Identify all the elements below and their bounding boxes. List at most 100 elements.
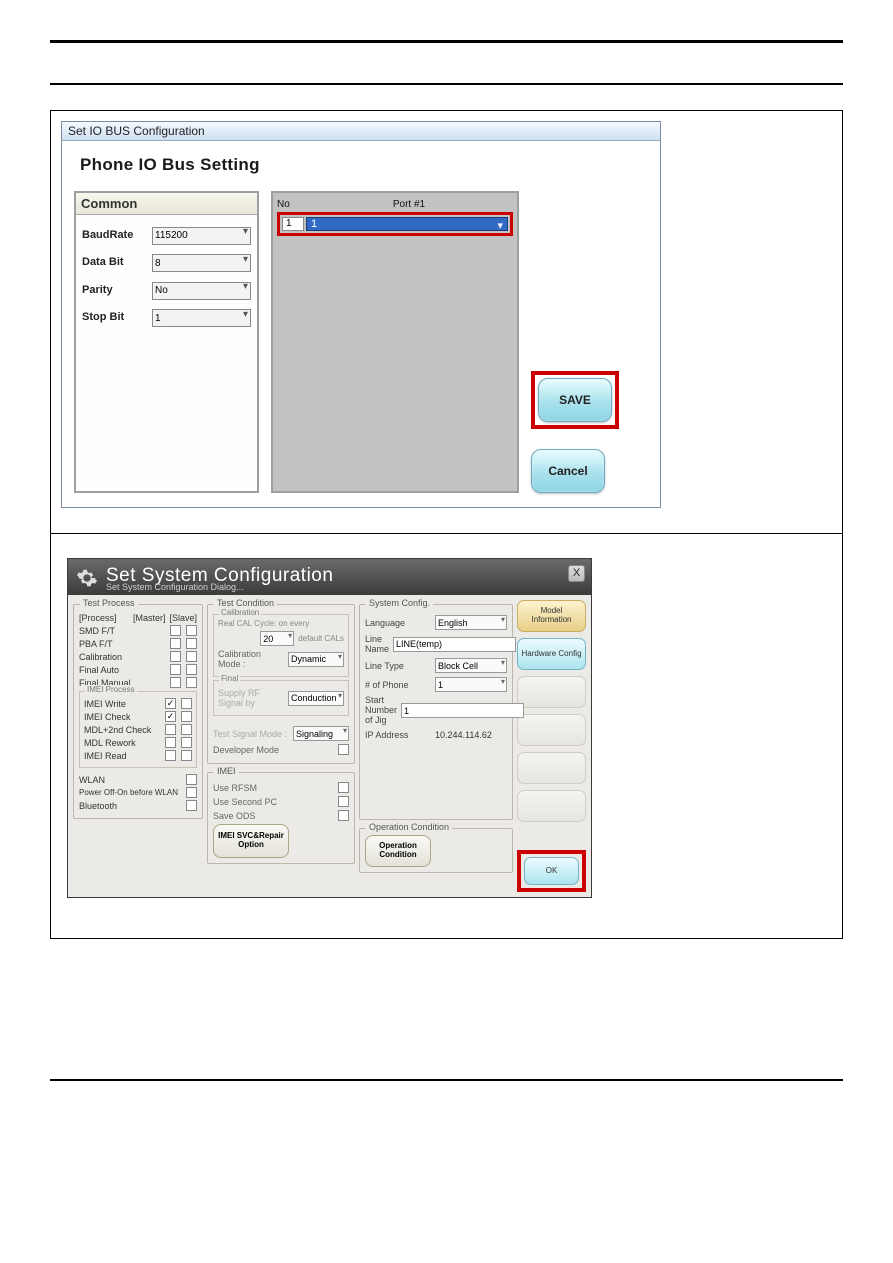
system-config-legend: System Config. bbox=[366, 598, 433, 608]
disabled-button-4 bbox=[517, 790, 586, 822]
devmode-check[interactable] bbox=[338, 744, 349, 755]
linename-input[interactable] bbox=[393, 637, 516, 652]
imei-process-legend: IMEI Process bbox=[85, 685, 137, 694]
imei-legend: IMEI bbox=[214, 766, 239, 776]
col-slave: [Slave] bbox=[169, 613, 197, 623]
col-process: [Process] bbox=[79, 613, 133, 623]
hardware-config-button[interactable]: Hardware Config bbox=[517, 638, 586, 670]
linetype-select[interactable] bbox=[435, 658, 507, 673]
model-info-button[interactable]: Model Information bbox=[517, 600, 586, 632]
calibration-legend: Calibration bbox=[219, 608, 261, 617]
cal-slave-check[interactable] bbox=[186, 651, 197, 662]
pba-slave-check[interactable] bbox=[186, 638, 197, 649]
use-rfsm-label: Use RFSM bbox=[213, 783, 329, 793]
mdl-2nd-label: MDL+2nd Check bbox=[84, 725, 160, 735]
final-legend: Final bbox=[219, 674, 240, 683]
fa-master-check[interactable] bbox=[170, 664, 181, 675]
mdl-2nd-slave[interactable] bbox=[181, 724, 192, 735]
startjig-input[interactable] bbox=[401, 703, 524, 718]
col-master: [Master] bbox=[133, 613, 166, 623]
imei-check-master[interactable] bbox=[165, 711, 176, 722]
lang-select[interactable] bbox=[435, 615, 507, 630]
databit-label: Data Bit bbox=[82, 256, 152, 268]
bluetooth-check[interactable] bbox=[186, 800, 197, 811]
imei-write-master[interactable] bbox=[165, 698, 176, 709]
parity-select[interactable] bbox=[152, 282, 251, 300]
io-heading: Phone IO Bus Setting bbox=[80, 155, 648, 175]
port-no-value: 1 bbox=[282, 217, 304, 231]
system-config-dialog: Set System Configuration Set System Conf… bbox=[67, 558, 592, 898]
save-button[interactable]: SAVE bbox=[538, 378, 612, 422]
wlan-check[interactable] bbox=[186, 774, 197, 785]
supply-select[interactable] bbox=[288, 691, 344, 706]
imei-write-slave[interactable] bbox=[181, 698, 192, 709]
imei-svc-repair-button[interactable]: IMEI SVC&Repair Option bbox=[213, 824, 289, 858]
io-dialog-titlebar: Set IO BUS Configuration bbox=[62, 122, 660, 141]
close-button[interactable]: X bbox=[568, 565, 585, 582]
mdl-rework-master[interactable] bbox=[165, 737, 176, 748]
ok-button[interactable]: OK bbox=[524, 857, 579, 885]
imei-check-label: IMEI Check bbox=[84, 712, 160, 722]
tsm-select[interactable] bbox=[293, 726, 349, 741]
mdl-rework-label: MDL Rework bbox=[84, 738, 160, 748]
gear-icon bbox=[76, 567, 98, 589]
smd-slave-check[interactable] bbox=[186, 625, 197, 636]
cancel-button[interactable]: Cancel bbox=[531, 449, 605, 493]
test-condition-fieldset: Test Condition Calibration Real CAL Cycl… bbox=[207, 604, 355, 764]
devmode-label: Developer Mode bbox=[213, 745, 329, 755]
disabled-button-2 bbox=[517, 714, 586, 746]
disabled-button-1 bbox=[517, 676, 586, 708]
row-pba: PBA F/T bbox=[79, 639, 165, 649]
imei-read-master[interactable] bbox=[165, 750, 176, 761]
calmode-label: Calibration Mode : bbox=[218, 649, 284, 669]
save-highlight: SAVE bbox=[531, 371, 619, 429]
ip-value: 10.244.114.62 bbox=[435, 730, 492, 740]
test-process-fieldset: Test Process [Process] [Master] [Slave] … bbox=[73, 604, 203, 819]
operation-condition-button[interactable]: Operation Condition bbox=[365, 835, 431, 867]
ok-highlight: OK bbox=[517, 850, 586, 892]
linename-label: Line Name bbox=[365, 634, 389, 654]
wlan-label: WLAN bbox=[79, 775, 181, 785]
system-config-fieldset: System Config. Language Line Name Line T… bbox=[359, 604, 513, 820]
common-panel: Common BaudRate Data Bit Parit bbox=[74, 191, 259, 493]
smd-master-check[interactable] bbox=[170, 625, 181, 636]
imei-check-slave[interactable] bbox=[181, 711, 192, 722]
fm-slave-check[interactable] bbox=[186, 677, 197, 688]
databit-select[interactable] bbox=[152, 254, 251, 272]
common-panel-title: Common bbox=[76, 193, 257, 215]
row-cal: Calibration bbox=[79, 652, 165, 662]
tsm-label: Test Signal Mode : bbox=[213, 729, 289, 739]
fa-slave-check[interactable] bbox=[186, 664, 197, 675]
calmode-select[interactable] bbox=[288, 652, 344, 667]
fm-master-check[interactable] bbox=[170, 677, 181, 688]
numphone-select[interactable] bbox=[435, 677, 507, 692]
save-ods-check[interactable] bbox=[338, 810, 349, 821]
cal-master-check[interactable] bbox=[170, 651, 181, 662]
baudrate-select[interactable] bbox=[152, 227, 251, 245]
mdl-2nd-master[interactable] bbox=[165, 724, 176, 735]
page-rule-top bbox=[50, 40, 843, 43]
cal-text2: default CALs bbox=[298, 634, 344, 643]
numphone-label: # of Phone bbox=[365, 680, 431, 690]
stopbit-select[interactable] bbox=[152, 309, 251, 327]
poweroff-check[interactable] bbox=[186, 787, 197, 798]
parity-label: Parity bbox=[82, 284, 152, 296]
imei-fieldset: IMEI Use RFSM Use Second PC Save ODS IME… bbox=[207, 772, 355, 864]
cal-cycle-input[interactable] bbox=[260, 631, 294, 646]
mdl-rework-slave[interactable] bbox=[181, 737, 192, 748]
pba-master-check[interactable] bbox=[170, 638, 181, 649]
page-rule-bottom bbox=[50, 1079, 843, 1081]
port-dropdown[interactable]: 1 bbox=[306, 217, 508, 231]
document-frame: Set IO BUS Configuration Phone IO Bus Se… bbox=[50, 110, 843, 939]
port-no-header: No bbox=[277, 199, 305, 210]
io-dialog-container: Set IO BUS Configuration Phone IO Bus Se… bbox=[51, 111, 842, 534]
imei-read-label: IMEI Read bbox=[84, 751, 160, 761]
lang-label: Language bbox=[365, 618, 431, 628]
imei-read-slave[interactable] bbox=[181, 750, 192, 761]
use-rfsm-check[interactable] bbox=[338, 782, 349, 793]
port-header: Port #1 bbox=[305, 199, 513, 210]
use-second-check[interactable] bbox=[338, 796, 349, 807]
imei-write-label: IMEI Write bbox=[84, 699, 160, 709]
row-finalauto: Final Auto bbox=[79, 665, 165, 675]
stopbit-label: Stop Bit bbox=[82, 311, 152, 323]
